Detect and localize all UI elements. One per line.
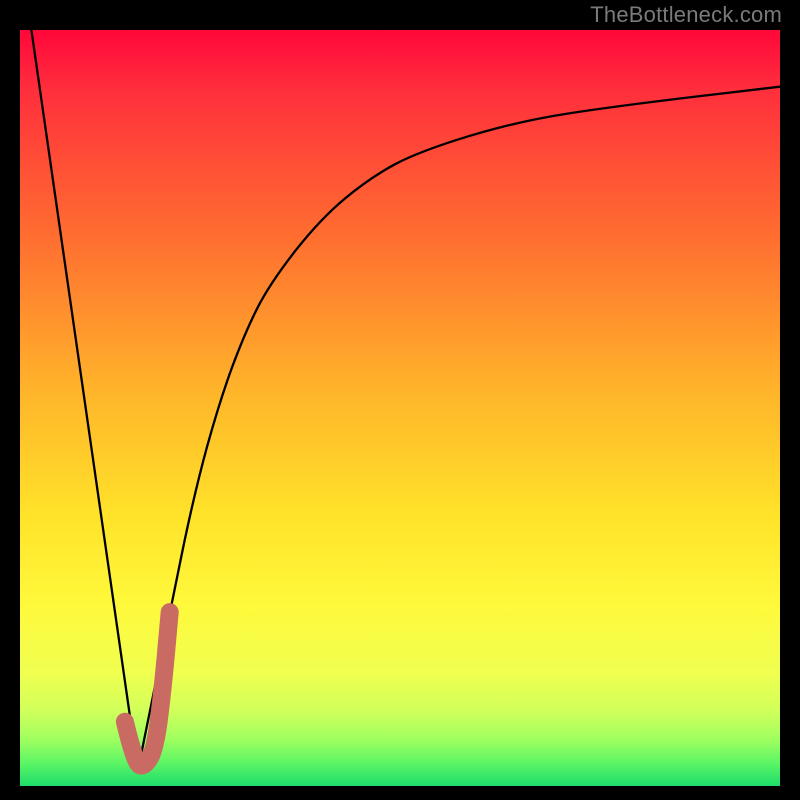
outer-frame: TheBottleneck.com [0,0,800,800]
highlight-j [125,612,170,765]
plot-area [20,30,780,786]
watermark-text: TheBottleneck.com [590,2,782,28]
curves-svg [20,30,780,786]
curve-full [31,30,780,771]
